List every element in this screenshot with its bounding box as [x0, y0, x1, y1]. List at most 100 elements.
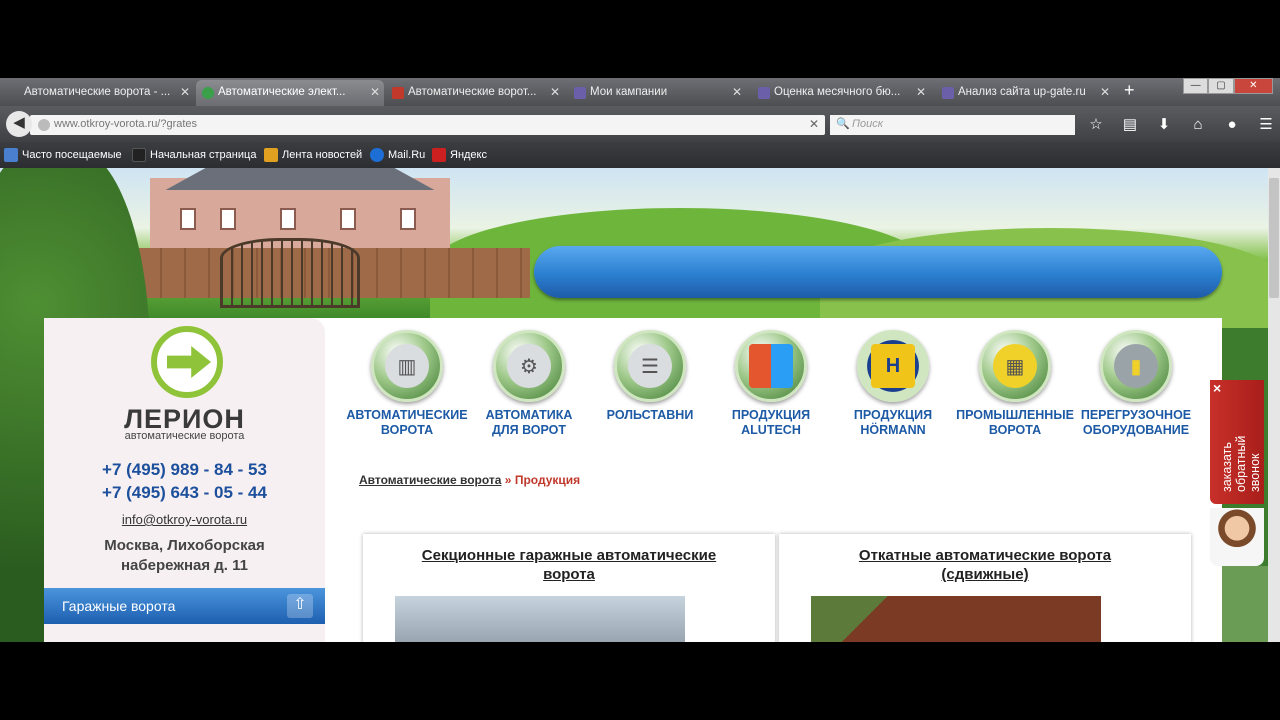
menu-icon[interactable]: ☰ — [1255, 114, 1277, 136]
tab-close-icon[interactable]: ✕ — [180, 85, 190, 99]
category-hormann[interactable]: H Продукция Hörmann — [830, 330, 956, 438]
category-industrial-gates[interactable]: ▦ Промышленные ворота — [952, 330, 1078, 438]
alutech-icon — [735, 330, 807, 402]
email-link[interactable]: info@otkroy-vorota.ru — [44, 512, 325, 527]
bookmark-label: Mail.Ru — [388, 149, 426, 161]
callback-label-line: звонок — [1248, 453, 1262, 492]
bookmark-folder-icon — [4, 148, 18, 162]
reading-list-icon[interactable]: ▤ — [1119, 114, 1141, 136]
category-alutech[interactable]: Продукция Alutech — [708, 330, 834, 438]
hormann-icon: H — [857, 330, 929, 402]
url-text: www.otkroy-vorota.ru/?grates — [54, 118, 198, 130]
window-controls: — ▢ ✕ — [1183, 78, 1273, 94]
bookmark-label: Часто посещаемые — [22, 149, 122, 161]
category-loading-equipment[interactable]: ▮ Перегрузочное оборудование — [1073, 330, 1199, 438]
callback-label: заказать обратный звонок — [1220, 382, 1262, 492]
minimize-icon[interactable]: — — [1183, 78, 1209, 94]
product-title-line: ворота — [543, 566, 595, 583]
category-label: ворота — [988, 423, 1042, 437]
bookmarks-bar: Часто посещаемые Начальная страница Лент… — [0, 142, 1280, 168]
sidebar-item-label: Гаражные ворота — [62, 598, 176, 614]
category-label: Промышленные — [956, 408, 1074, 422]
maximize-icon[interactable]: ▢ — [1208, 78, 1234, 94]
product-title-link[interactable]: Секционные гаражные автоматические ворот… — [363, 546, 775, 584]
phone-number: +7 (495) 989 - 84 - 53 — [102, 460, 267, 479]
product-image[interactable] — [811, 596, 1101, 642]
category-gate-automation[interactable]: ⚙ Автоматика для ворот — [466, 330, 592, 438]
breadcrumb-home-link[interactable]: Автоматические ворота — [359, 473, 501, 487]
decorative-foliage — [1222, 566, 1268, 642]
window-close-icon[interactable]: ✕ — [1233, 78, 1273, 94]
bookmark-page-icon — [132, 148, 146, 162]
product-card-sliding[interactable]: Откатные автоматические ворота (сдвижные… — [779, 534, 1191, 642]
tab-1[interactable]: Автоматические ворота - ... ✕ — [2, 80, 194, 106]
product-title-line: Секционные гаражные автоматические — [421, 547, 717, 564]
bookmark-item[interactable]: Начальная страница — [132, 148, 256, 162]
tab-close-icon[interactable]: ✕ — [732, 85, 742, 99]
tab-title: Автоматические элект... — [218, 86, 346, 98]
product-card-sectional[interactable]: Секционные гаражные автоматические ворот… — [363, 534, 775, 642]
phone-number: +7 (495) 643 - 05 - 44 — [102, 483, 267, 502]
tab-title: Оценка месячного бю... — [774, 86, 901, 98]
tab-close-icon[interactable]: ✕ — [550, 85, 560, 99]
site-identity-icon[interactable] — [38, 119, 50, 131]
address-line: набережная д. 11 — [121, 557, 248, 574]
tab-close-icon[interactable]: ✕ — [370, 85, 380, 99]
callback-widget[interactable]: × заказать обратный звонок — [1210, 380, 1264, 504]
bookmark-star-icon[interactable]: ☆ — [1085, 114, 1107, 136]
shutter-icon: ☰ — [614, 330, 686, 402]
letterbox-top — [0, 0, 1280, 78]
category-label: Hörmann — [860, 423, 926, 437]
scroll-up-icon[interactable]: ⇧ — [287, 594, 313, 618]
new-tab-button[interactable]: + — [1124, 80, 1135, 101]
bookmark-item[interactable]: Mail.Ru — [370, 148, 426, 162]
mailru-icon — [370, 148, 384, 162]
tab-5[interactable]: Оценка месячного бю... ✕ — [752, 80, 930, 106]
header-blue-bar — [534, 246, 1222, 298]
operator-avatar[interactable] — [1210, 508, 1264, 566]
tab-close-icon[interactable]: ✕ — [916, 85, 926, 99]
loading-dock-icon: ▮ — [1100, 330, 1172, 402]
page-scrollbar[interactable] — [1268, 168, 1280, 642]
tab-3[interactable]: Автоматические ворот... ✕ — [386, 80, 564, 106]
tab-close-icon[interactable]: ✕ — [1100, 85, 1110, 99]
category-roller-shutters[interactable]: ☰ Рольставни — [587, 330, 713, 423]
breadcrumb-current: Продукция — [514, 473, 581, 487]
bookmark-item[interactable]: Часто посещаемые — [4, 148, 122, 162]
product-title-link[interactable]: Откатные автоматические ворота (сдвижные… — [779, 546, 1191, 584]
bookmark-item[interactable]: Яндекс — [432, 148, 487, 162]
tab-title: Анализ сайта up-gate.ru — [958, 86, 1086, 98]
tab-6[interactable]: Анализ сайта up-gate.ru ✕ — [936, 80, 1114, 106]
rss-icon — [264, 148, 278, 162]
tab-bar: Автоматические ворота - ... ✕ Автоматиче… — [0, 78, 1280, 106]
yandex-icon — [432, 148, 446, 162]
chat-icon[interactable]: ● — [1221, 114, 1243, 136]
search-field[interactable]: 🔍 Поиск — [830, 115, 1075, 135]
product-title-line: (сдвижные) — [941, 566, 1029, 583]
bookmark-label: Яндекс — [450, 149, 487, 161]
tab-2[interactable]: Автоматические элект... ✕ — [196, 80, 384, 106]
category-automatic-gates[interactable]: ▥ Автоматические ворота — [344, 330, 470, 438]
category-label: Рольставни — [606, 408, 694, 422]
gears-icon: ⚙ — [493, 330, 565, 402]
gate-icon: ▥ — [371, 330, 443, 402]
tab-title: Автоматические ворот... — [408, 86, 537, 98]
address-bar[interactable]: www.otkroy-vorota.ru/?grates ✕ — [30, 115, 825, 135]
industrial-gate-icon: ▦ — [979, 330, 1051, 402]
sidebar-item-garage-gates[interactable]: Гаражные ворота ⇧ — [44, 588, 325, 624]
logo-arrow-icon[interactable] — [151, 326, 223, 398]
tab-title: Автоматические ворота - ... — [24, 86, 171, 98]
logo-tagline: автоматические ворота — [124, 430, 245, 442]
scrollbar-thumb[interactable] — [1269, 178, 1279, 298]
back-button[interactable]: ◀ — [6, 111, 32, 137]
tab-4[interactable]: Мои кампании ✕ — [568, 80, 746, 106]
banner-gate-image — [220, 238, 360, 308]
home-icon[interactable]: ⌂ — [1187, 114, 1209, 136]
product-image[interactable] — [395, 596, 685, 642]
bookmark-item[interactable]: Лента новостей — [264, 148, 362, 162]
download-icon[interactable]: ⬇ — [1153, 114, 1175, 136]
url-clear-icon[interactable]: ✕ — [809, 117, 819, 131]
tab-title: Мои кампании — [590, 86, 668, 98]
category-label: оборудование — [1082, 423, 1190, 437]
callback-label-line: заказать — [1220, 442, 1234, 492]
